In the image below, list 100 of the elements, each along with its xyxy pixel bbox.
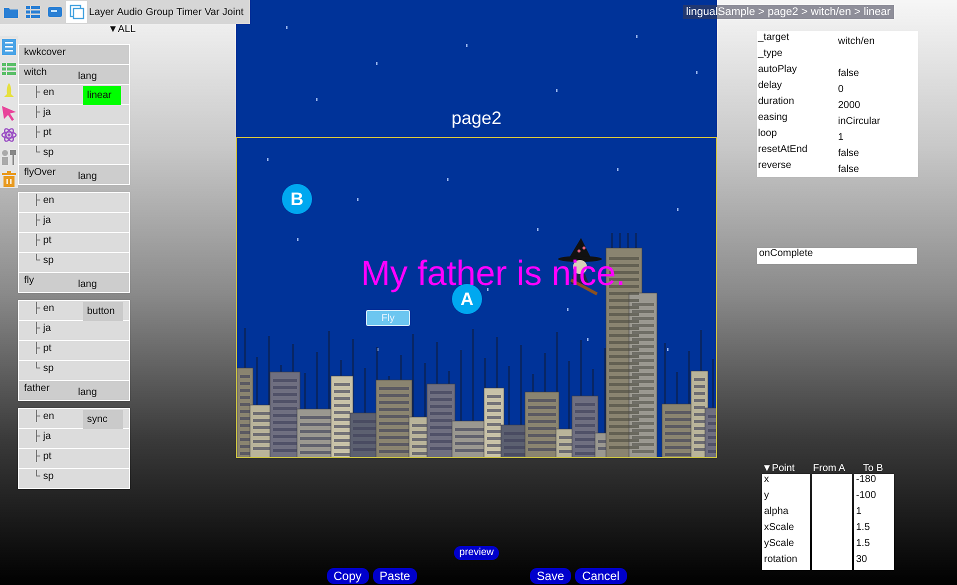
- layer-tag[interactable]: sync: [83, 410, 123, 429]
- layer-name: en: [43, 411, 54, 422]
- layer-name: en: [43, 303, 54, 314]
- people-icon[interactable]: [1, 148, 17, 166]
- table-cell-text: yScale: [763, 538, 796, 551]
- table-cell-text: rotation: [763, 554, 798, 567]
- tree-branch: ├: [33, 127, 40, 138]
- tree-branch: └: [33, 363, 40, 374]
- pointer-icon[interactable]: [1, 104, 17, 122]
- property-value[interactable]: witch/en: [838, 32, 875, 48]
- trash-icon[interactable]: [1, 170, 17, 188]
- action-button[interactable]: Save: [530, 568, 572, 584]
- layer-row[interactable]: ├ en sync: [19, 409, 129, 429]
- table-cell[interactable]: 1.5: [854, 538, 894, 554]
- table-cell[interactable]: 30: [854, 554, 894, 570]
- layer-name: sp: [43, 471, 54, 482]
- document-icon[interactable]: [1, 38, 17, 56]
- layer-name: ja: [43, 431, 51, 442]
- layer-row[interactable]: father lang: [19, 381, 129, 400]
- action-button[interactable]: Paste: [372, 568, 418, 584]
- preview-button[interactable]: preview: [454, 546, 499, 560]
- table-cell[interactable]: 1.5: [854, 522, 894, 538]
- property-value[interactable]: false: [838, 160, 860, 176]
- layer-name: pt: [43, 451, 52, 462]
- tree-branch: ├: [33, 451, 40, 462]
- layer-row[interactable]: ├ pt: [19, 341, 129, 361]
- layer-name: en: [43, 195, 54, 206]
- column-header: To B: [862, 464, 884, 474]
- layer-row[interactable]: witch lang: [19, 65, 129, 85]
- layer-row[interactable]: ├ ja: [19, 213, 129, 233]
- tree-branch: └: [33, 147, 40, 158]
- layer-name: witch: [24, 67, 47, 78]
- layer-row[interactable]: ├ pt: [19, 449, 129, 469]
- property-name: reverse: [758, 160, 792, 173]
- menu-tab[interactable]: Group: [144, 6, 174, 18]
- property-value[interactable]: inCircular: [838, 112, 880, 128]
- property-value[interactable]: 2000: [838, 96, 860, 112]
- layer-row[interactable]: ├ en linear: [19, 85, 129, 105]
- layer-row[interactable]: ├ ja: [19, 321, 129, 341]
- layer-row[interactable]: ├ en: [19, 193, 129, 213]
- tree-branch: ├: [33, 215, 40, 226]
- atom-icon[interactable]: [1, 126, 17, 144]
- layer-tag[interactable]: button: [83, 302, 123, 321]
- property-name: easing: [758, 112, 788, 125]
- page-title: page2: [451, 108, 502, 129]
- menu-tab[interactable]: Var: [204, 6, 220, 18]
- layer-tag: lang: [74, 277, 101, 293]
- layer-name: ja: [43, 215, 51, 226]
- column-header: From A: [812, 464, 846, 474]
- layer-tag[interactable]: linear: [83, 86, 121, 105]
- menu-tab[interactable]: Layer: [88, 6, 116, 18]
- layer-row[interactable]: kwkcover: [19, 45, 129, 65]
- layer-name: father: [24, 383, 50, 394]
- action-button[interactable]: Copy: [326, 568, 369, 584]
- layer-name: pt: [43, 343, 52, 354]
- layer-tag: lang: [74, 169, 101, 185]
- property-name: loop: [758, 128, 778, 141]
- action-button[interactable]: Cancel: [575, 568, 626, 584]
- tree-branch: ├: [33, 323, 40, 334]
- layer-name: kwkcover: [24, 47, 66, 58]
- table-cell-text: x: [763, 474, 770, 487]
- tree-branch: └: [33, 471, 40, 482]
- page-icon[interactable]: [66, 1, 87, 23]
- tree-branch: ├: [33, 87, 40, 98]
- layer-row[interactable]: ├ pt: [19, 125, 129, 145]
- property-value[interactable]: false: [838, 64, 860, 80]
- event-field[interactable]: onComplete: [757, 248, 917, 264]
- layer-row[interactable]: ├ ja: [19, 105, 129, 125]
- tree-branch: ├: [33, 195, 40, 206]
- property-name: _type: [758, 48, 784, 61]
- tree-branch: ├: [33, 431, 40, 442]
- table-cell[interactable]: -100: [854, 490, 894, 506]
- property-value[interactable]: 0: [838, 80, 844, 96]
- table-cell[interactable]: -180: [854, 474, 894, 490]
- layer-row[interactable]: └ sp: [19, 469, 129, 488]
- menu-tab[interactable]: Joint: [221, 6, 245, 18]
- layer-name: sp: [43, 147, 54, 158]
- table-cell-text: alpha: [763, 506, 790, 519]
- menu-tab[interactable]: Timer: [175, 6, 203, 18]
- property-name: _target: [758, 32, 790, 45]
- grid-icon[interactable]: [1, 60, 17, 78]
- layer-name: fly: [24, 275, 34, 286]
- tree-branch: ├: [33, 303, 40, 314]
- property-name: autoPlay: [758, 64, 798, 77]
- property-value[interactable]: 1: [838, 128, 844, 144]
- filter-dropdown[interactable]: ▼ALL: [108, 24, 236, 36]
- tree-branch: ├: [33, 107, 40, 118]
- table-cell[interactable]: 1: [854, 506, 894, 522]
- layer-row[interactable]: ├ ja: [19, 429, 129, 449]
- property-name: delay: [758, 80, 783, 93]
- layer-name: sp: [43, 255, 54, 266]
- menu-tab[interactable]: Audio: [116, 6, 144, 18]
- layer-name: flyOver: [24, 167, 56, 178]
- tree-branch: ├: [33, 411, 40, 422]
- tree-branch: ├: [33, 235, 40, 246]
- layer-row[interactable]: ├ en button: [19, 301, 129, 321]
- layer-row[interactable]: flyOver lang: [19, 165, 129, 184]
- layer-row[interactable]: ├ pt: [19, 233, 129, 253]
- tree-branch: └: [33, 255, 40, 266]
- property-value[interactable]: false: [838, 144, 860, 160]
